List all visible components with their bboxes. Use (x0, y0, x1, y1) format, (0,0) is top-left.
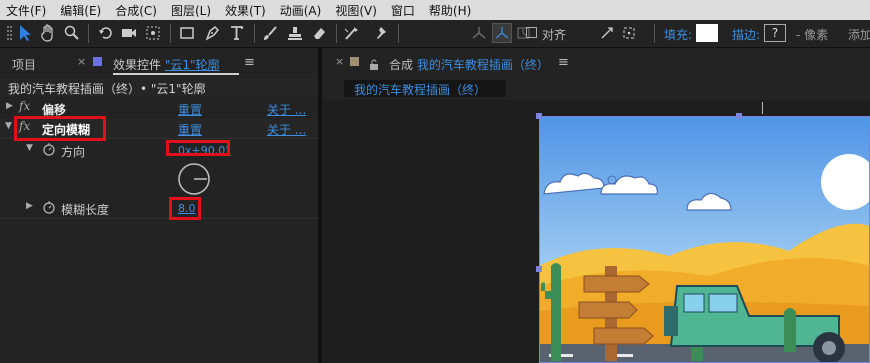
layer-bounding-box (539, 116, 870, 363)
snap-icon[interactable] (598, 23, 616, 43)
grip-icon (5, 23, 15, 43)
panel-menu-icon[interactable]: ≡ (558, 55, 569, 70)
collapse-triangle-icon[interactable]: ▼ (5, 121, 12, 131)
menu-composition[interactable]: 合成(C) (109, 2, 165, 19)
fx-icon[interactable]: fx (19, 99, 30, 113)
comp-subtab-label: 我的汽车教程插画（终） (354, 83, 487, 97)
type-tool-icon[interactable] (227, 23, 249, 43)
ruler-marker (762, 102, 763, 114)
stroke-color-swatch[interactable]: ? (764, 24, 786, 42)
comp-color-icon (350, 57, 359, 66)
roto-brush-tool-icon[interactable] (341, 23, 363, 43)
transform-handle[interactable] (536, 266, 542, 272)
stroke-label: 描边: (732, 28, 761, 42)
effects-panel-color-icon (93, 57, 102, 66)
pan-behind-tool-icon[interactable] (143, 23, 163, 43)
menu-help[interactable]: 帮助(H) (423, 2, 479, 19)
menu-edit[interactable]: 编辑(E) (54, 2, 109, 19)
lock-icon[interactable] (369, 56, 379, 75)
pen-tool-icon[interactable] (202, 23, 224, 43)
close-icon[interactable]: × (335, 55, 344, 68)
axis-local-icon[interactable] (470, 23, 488, 43)
toolbar: 对齐 填充: 描边: ? - 像素 添加 (0, 20, 870, 48)
toolbar-separator (398, 24, 399, 43)
menu-layer[interactable]: 图层(L) (165, 2, 219, 19)
comp-subtab[interactable]: 我的汽车教程插画（终） (344, 80, 506, 97)
selection-tool-icon[interactable] (15, 23, 35, 43)
composition-viewer[interactable] (322, 100, 870, 363)
toolbar-separator (654, 24, 655, 43)
fill-label: 填充: (664, 28, 693, 42)
property-name: 模糊长度 (61, 203, 110, 217)
eraser-tool-icon[interactable] (309, 23, 329, 43)
add-label[interactable]: 添加 (848, 26, 870, 43)
breadcrumb: 我的汽车教程插画（终）• "云1"轮廓 (8, 82, 206, 96)
panel-menu-icon[interactable]: ≡ (244, 55, 255, 70)
tab-effect-controls[interactable]: 效果控件 "云1"轮廓 (113, 56, 220, 73)
brush-tool-icon[interactable] (260, 23, 280, 43)
annotation-highlight (169, 197, 201, 220)
menu-bar: 文件(F) 编辑(E) 合成(C) 图层(L) 效果(T) 动画(A) 视图(V… (0, 0, 870, 20)
fill-color-swatch[interactable] (696, 24, 718, 42)
transform-handle[interactable] (536, 113, 542, 119)
axis-world-icon[interactable] (492, 23, 512, 43)
puppet-pin-tool-icon[interactable] (370, 23, 392, 43)
annotation-highlight (14, 116, 106, 141)
reset-link[interactable]: 重置 (178, 121, 202, 138)
toolbar-separator (254, 24, 255, 43)
tab-composition[interactable]: 合成 我的汽车教程插画（终） (389, 56, 549, 73)
menu-view[interactable]: 视图(V) (329, 2, 385, 19)
expand-triangle-icon[interactable]: ▶ (26, 201, 33, 211)
stroke-width-label: - 像素 (796, 28, 829, 42)
toolbar-separator (88, 24, 89, 43)
zoom-tool-icon[interactable] (62, 23, 82, 43)
tab-effect-controls-label: 效果控件 (113, 58, 162, 72)
property-name: 方向 (61, 145, 86, 159)
about-link[interactable]: 关于 ... (267, 101, 306, 118)
menu-effect[interactable]: 效果(T) (219, 2, 274, 19)
property-row-blur-length[interactable]: ▶ 模糊长度 8.0 (0, 198, 318, 218)
composition-panel: × 合成 我的汽车教程插画（终） ≡ 我的汽车教程插画（终） (322, 48, 870, 363)
active-tab-underline (113, 73, 239, 75)
toolbar-separator (170, 24, 171, 43)
collapse-triangle-icon[interactable]: ▼ (26, 143, 33, 153)
transform-handle[interactable] (736, 113, 742, 119)
effect-row-offset[interactable]: ▶ fx 偏移 重置 关于 ... (0, 98, 318, 118)
row-divider (0, 218, 318, 219)
annotation-highlight (166, 140, 230, 156)
tab-project[interactable]: 项目 (12, 56, 36, 73)
angle-dial[interactable] (176, 161, 212, 201)
tab-effect-controls-layer: "云1"轮廓 (164, 58, 220, 72)
menu-file[interactable]: 文件(F) (0, 2, 54, 19)
menu-window[interactable]: 窗口 (385, 2, 423, 19)
align-label: 对齐 (542, 28, 567, 42)
hand-tool-icon[interactable] (38, 23, 58, 43)
reset-link[interactable]: 重置 (178, 101, 202, 118)
property-row-direction[interactable]: ▼ 方向 0x+90.0° (0, 140, 318, 160)
camera-tool-icon[interactable] (119, 23, 139, 43)
expand-triangle-icon[interactable]: ▶ (6, 101, 13, 111)
toolbar-separator (336, 24, 337, 43)
about-link[interactable]: 关于 ... (267, 121, 306, 138)
stopwatch-icon[interactable] (42, 142, 56, 159)
rotate-tool-icon[interactable] (96, 23, 116, 43)
stopwatch-icon[interactable] (42, 200, 56, 217)
tab-composition-label: 合成 (389, 58, 414, 72)
align-checkbox[interactable] (524, 25, 538, 39)
close-icon[interactable]: × (77, 55, 86, 68)
menu-animation[interactable]: 动画(A) (274, 2, 330, 19)
effect-controls-panel: 项目 × 效果控件 "云1"轮廓 ≡ 我的汽车教程插画（终）• "云1"轮廓 ▶… (0, 48, 318, 363)
rectangle-tool-icon[interactable] (177, 23, 197, 43)
tab-composition-name: 我的汽车教程插画（终） (416, 58, 549, 72)
snap-box-icon[interactable] (620, 23, 638, 43)
clone-stamp-tool-icon[interactable] (285, 23, 305, 43)
